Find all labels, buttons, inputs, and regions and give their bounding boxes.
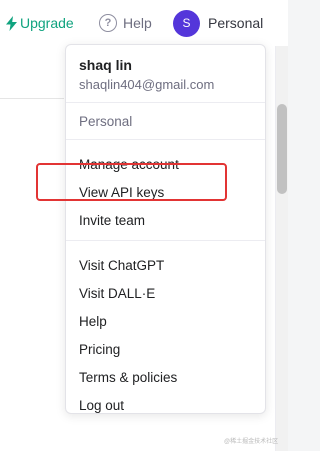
- menu-item-view-api-keys[interactable]: View API keys: [66, 178, 265, 206]
- menu-section-account: Manage account View API keys Invite team: [66, 140, 265, 240]
- help-button[interactable]: ? Help: [99, 13, 152, 33]
- account-label: Personal: [208, 15, 264, 31]
- top-bar: Upgrade ? Help S Personal: [0, 0, 288, 46]
- scrollbar-thumb[interactable]: [277, 104, 287, 194]
- background-divider: [0, 98, 64, 99]
- help-icon: ?: [99, 14, 117, 32]
- menu-user-header: shaq lin shaqlin404@gmail.com: [66, 45, 265, 102]
- menu-item-visit-dalle[interactable]: Visit DALL·E: [66, 279, 265, 307]
- user-name: shaq lin: [79, 57, 132, 73]
- avatar: S: [173, 9, 200, 37]
- menu-item-visit-chatgpt[interactable]: Visit ChatGPT: [66, 251, 265, 279]
- lightning-icon: [6, 15, 17, 31]
- menu-item-pricing[interactable]: Pricing: [66, 335, 265, 363]
- org-label: Personal: [79, 113, 133, 129]
- help-label: Help: [123, 15, 152, 31]
- scrollbar[interactable]: [276, 46, 288, 451]
- account-dropdown-menu: shaq lin shaqlin404@gmail.com Personal M…: [65, 44, 266, 414]
- menu-section-links: Visit ChatGPT Visit DALL·E Help Pricing …: [66, 241, 265, 413]
- menu-item-invite-team[interactable]: Invite team: [66, 206, 265, 234]
- upgrade-button[interactable]: Upgrade: [6, 13, 74, 33]
- upgrade-label: Upgrade: [20, 15, 74, 31]
- menu-item-manage-account[interactable]: Manage account: [66, 150, 265, 178]
- watermark: @稀土掘金技术社区: [224, 439, 279, 445]
- user-email: shaqlin404@gmail.com: [79, 77, 215, 92]
- org-selector[interactable]: Personal: [66, 103, 265, 139]
- menu-item-help[interactable]: Help: [66, 307, 265, 335]
- menu-item-log-out[interactable]: Log out: [66, 391, 265, 413]
- menu-item-terms[interactable]: Terms & policies: [66, 363, 265, 391]
- account-menu-button[interactable]: S Personal: [173, 9, 263, 37]
